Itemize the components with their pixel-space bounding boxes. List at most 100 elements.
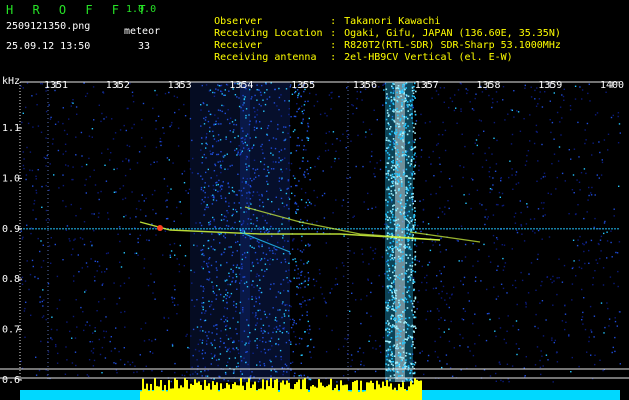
band-speckle bbox=[407, 324, 410, 327]
noise-speckle bbox=[84, 184, 86, 186]
noise-speckle bbox=[437, 142, 439, 145]
noise-speckle bbox=[603, 139, 606, 141]
noise-speckle bbox=[537, 208, 540, 210]
band-speckle bbox=[410, 220, 413, 222]
band-speckle bbox=[399, 354, 402, 356]
band-speckle bbox=[391, 326, 393, 328]
noise-speckle bbox=[64, 373, 67, 375]
band-speckle bbox=[283, 322, 285, 324]
band-speckle bbox=[277, 291, 280, 293]
noise-speckle bbox=[374, 175, 376, 178]
band-speckle bbox=[257, 380, 260, 383]
noise-speckle bbox=[456, 122, 458, 124]
band-speckle bbox=[306, 130, 309, 132]
noise-speckle bbox=[76, 113, 78, 115]
noise-speckle bbox=[110, 350, 113, 352]
band-speckle bbox=[397, 347, 399, 350]
band-speckle bbox=[413, 331, 415, 333]
noise-speckle bbox=[166, 185, 169, 187]
band-speckle bbox=[201, 232, 203, 234]
band-speckle bbox=[386, 152, 389, 154]
band-speckle bbox=[295, 261, 297, 263]
noise-speckle bbox=[304, 192, 307, 194]
noise-speckle bbox=[128, 159, 130, 161]
band-speckle bbox=[256, 258, 258, 261]
noise-speckle bbox=[124, 197, 127, 199]
noise-speckle bbox=[26, 224, 28, 226]
band-speckle bbox=[200, 326, 202, 328]
noise-speckle bbox=[131, 127, 133, 129]
noise-speckle bbox=[580, 267, 583, 270]
noise-speckle bbox=[103, 336, 106, 339]
band-speckle bbox=[230, 246, 232, 248]
noise-speckle bbox=[22, 236, 24, 238]
band-speckle bbox=[406, 101, 409, 103]
band-speckle bbox=[256, 240, 259, 242]
noise-speckle bbox=[343, 235, 345, 237]
band-speckle bbox=[298, 375, 300, 377]
band-speckle bbox=[288, 252, 291, 254]
band-speckle bbox=[389, 306, 391, 308]
noise-speckle bbox=[290, 369, 292, 371]
band-speckle bbox=[278, 180, 280, 182]
band-speckle bbox=[255, 176, 257, 178]
band-speckle bbox=[252, 191, 255, 193]
band-speckle bbox=[238, 379, 241, 381]
noise-speckle bbox=[62, 259, 64, 261]
band-speckle bbox=[263, 257, 266, 260]
noise-speckle bbox=[330, 97, 333, 99]
band-speckle bbox=[202, 330, 204, 332]
band-speckle bbox=[294, 269, 296, 271]
band-speckle bbox=[244, 252, 246, 254]
noise-speckle bbox=[94, 330, 96, 332]
noise-speckle bbox=[488, 176, 491, 178]
band-speckle bbox=[408, 233, 411, 235]
band-speckle bbox=[287, 240, 289, 242]
band-speckle bbox=[397, 375, 400, 377]
band-speckle bbox=[387, 349, 390, 352]
noise-speckle bbox=[494, 170, 497, 172]
noise-speckle bbox=[529, 218, 532, 220]
amplitude-bar bbox=[100, 392, 102, 400]
band-speckle bbox=[210, 363, 212, 365]
band-speckle bbox=[285, 270, 287, 272]
noise-speckle bbox=[129, 168, 131, 170]
noise-speckle bbox=[438, 157, 441, 159]
band-speckle bbox=[392, 159, 394, 162]
band-speckle bbox=[255, 312, 257, 314]
noise-speckle bbox=[439, 207, 441, 209]
band-speckle bbox=[399, 245, 401, 248]
noise-speckle bbox=[325, 351, 328, 353]
noise-speckle bbox=[65, 205, 67, 208]
band-speckle bbox=[393, 223, 396, 226]
band-speckle bbox=[393, 96, 395, 99]
band-speckle bbox=[385, 199, 387, 201]
noise-speckle bbox=[48, 189, 50, 191]
band-speckle bbox=[302, 149, 305, 151]
noise-speckle bbox=[107, 212, 109, 214]
noise-speckle bbox=[544, 214, 546, 216]
amplitude-bar bbox=[276, 378, 278, 400]
noise-speckle bbox=[458, 260, 460, 262]
noise-speckle bbox=[497, 204, 499, 206]
band-speckle bbox=[228, 186, 230, 188]
noise-speckle bbox=[483, 243, 485, 246]
noise-speckle bbox=[83, 243, 86, 246]
noise-speckle bbox=[62, 184, 65, 187]
noise-speckle bbox=[480, 280, 482, 282]
noise-speckle bbox=[176, 258, 178, 260]
band-speckle bbox=[207, 120, 210, 123]
amplitude-bar bbox=[386, 380, 388, 400]
amplitude-bar bbox=[396, 390, 398, 400]
noise-speckle bbox=[46, 154, 48, 157]
noise-speckle bbox=[359, 91, 362, 93]
noise-speckle bbox=[418, 260, 420, 263]
noise-speckle bbox=[437, 216, 440, 219]
noise-speckle bbox=[68, 118, 70, 120]
noise-speckle bbox=[499, 196, 501, 198]
amplitude-bar bbox=[492, 396, 494, 400]
amplitude-bar bbox=[242, 385, 244, 400]
noise-speckle bbox=[445, 303, 448, 306]
noise-speckle bbox=[539, 302, 541, 304]
noise-speckle bbox=[501, 244, 503, 246]
